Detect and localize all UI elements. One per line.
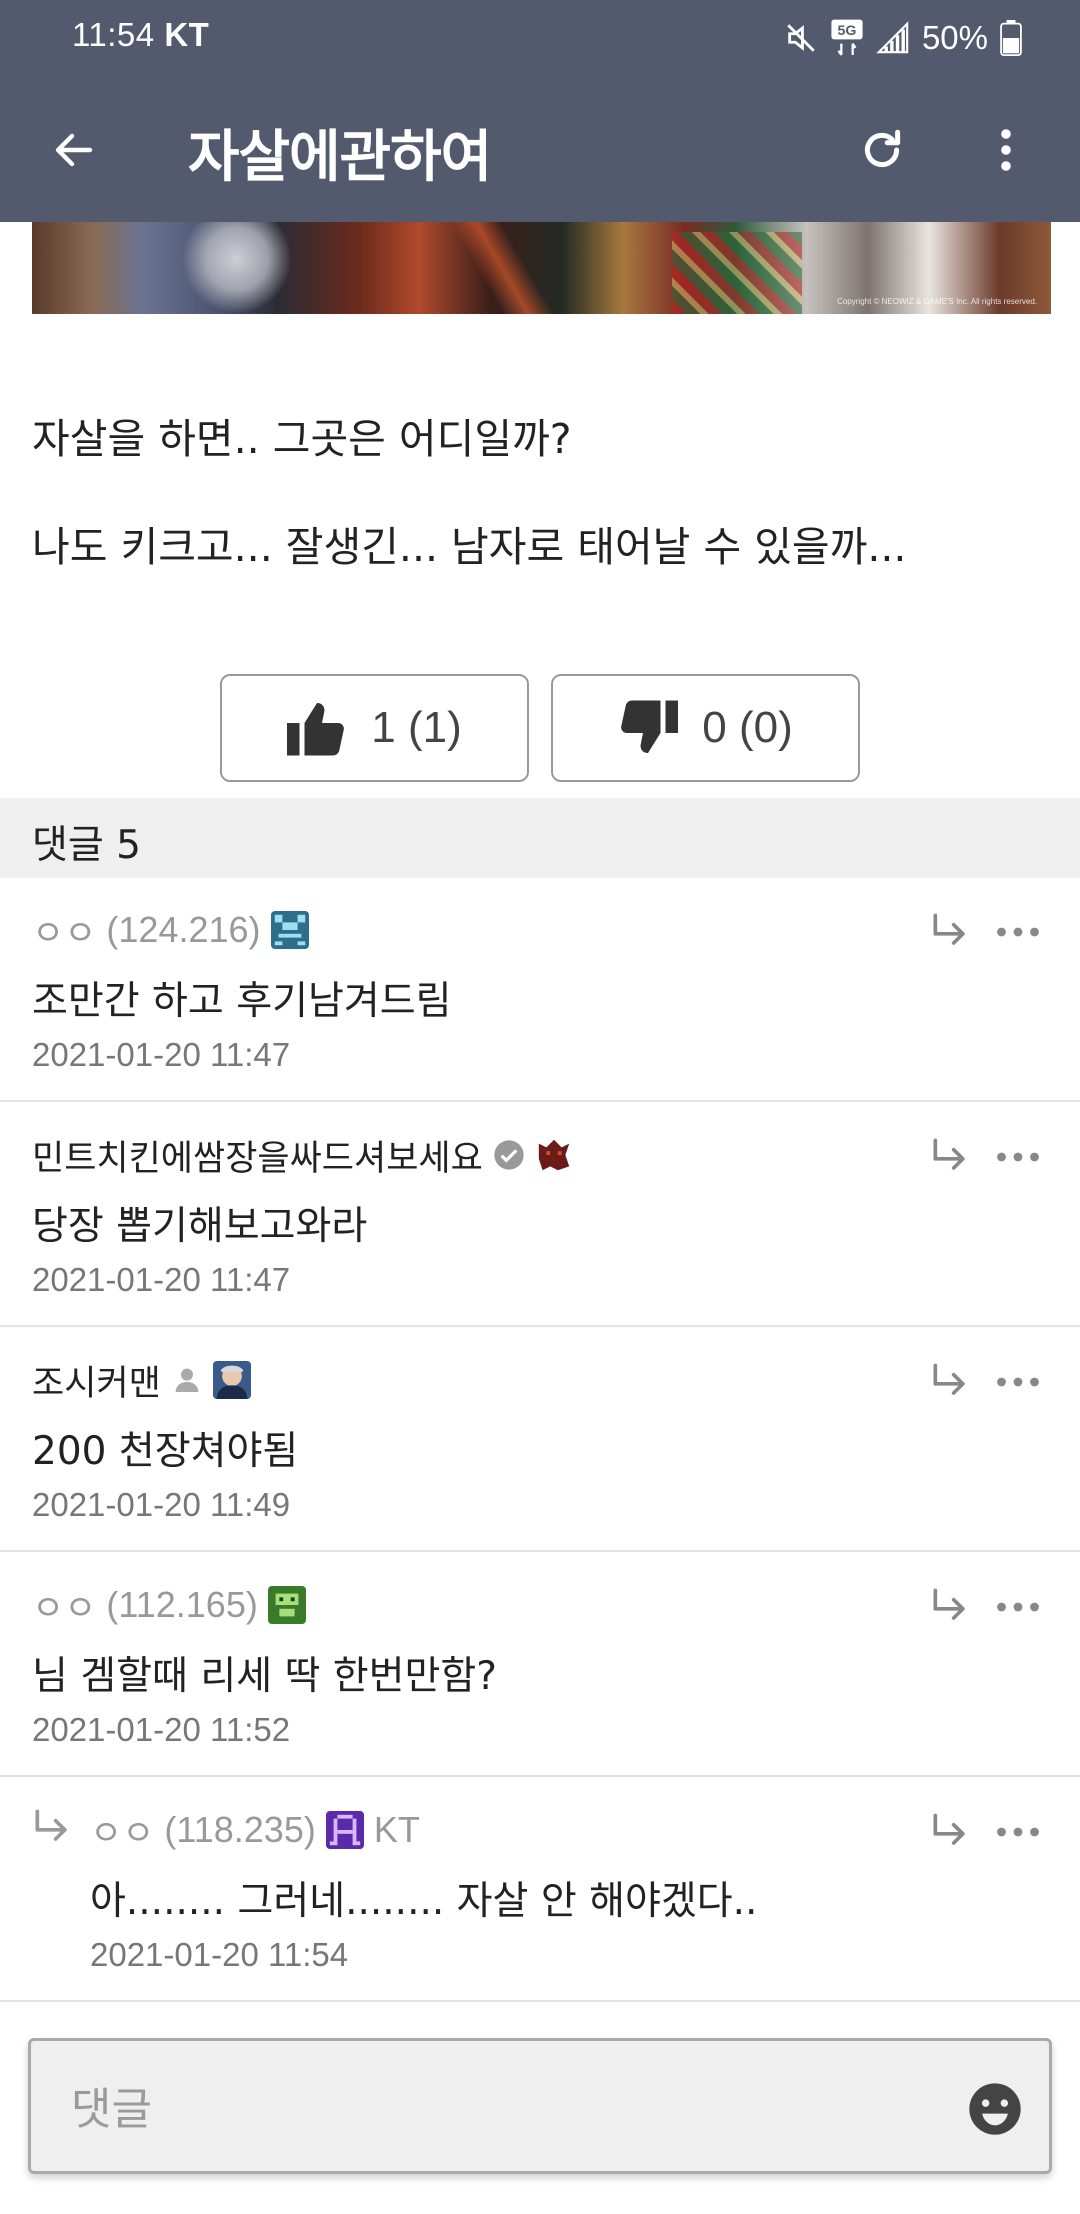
reply-button[interactable] bbox=[924, 1131, 976, 1183]
comment-date: 2021-01-20 11:52 bbox=[32, 1711, 291, 1748]
signal-icon bbox=[876, 21, 909, 54]
comment-meta: ㅇㅇ (124.216) bbox=[32, 908, 309, 954]
comment-date: 2021-01-20 11:54 bbox=[90, 1936, 349, 1973]
arrow-left-icon bbox=[55, 133, 93, 167]
reply-arrow-icon bbox=[933, 1813, 965, 1845]
comment-text: 조만간 하고 후기남겨드림 bbox=[32, 979, 452, 1024]
verified-check-icon bbox=[494, 1140, 524, 1170]
status-time-text: 11:54 bbox=[72, 16, 155, 53]
post-banner-image: Copyright © NEOWIZ & GAME'S Inc. All rig… bbox=[32, 222, 1051, 314]
comment-more-button[interactable] bbox=[990, 906, 1046, 958]
comment-meta: ㅇㅇ (112.165) bbox=[32, 1583, 306, 1629]
comment-item: ㅇㅇ (112.165) 님 겜할때 리세 딱 한번만함? 2021-01-20… bbox=[0, 1553, 1080, 1777]
upvote-count: 1 (1) bbox=[371, 703, 462, 752]
comments-count: 댓글 5 bbox=[32, 823, 141, 868]
comment-date: 2021-01-20 11:49 bbox=[32, 1486, 291, 1523]
comment-input-bar bbox=[0, 2002, 1080, 2214]
more-horizontal-icon bbox=[997, 1152, 1039, 1162]
post-line: 나도 키크고... 잘생긴... 남자로 태어날 수 있을까... bbox=[32, 523, 907, 571]
more-vertical-icon bbox=[1001, 129, 1011, 171]
comment-item: 조시커맨 200 천장쳐야됨 2021-01-20 11:49 bbox=[0, 1328, 1080, 1552]
comment-ip: (112.165) bbox=[106, 1584, 258, 1625]
thumbs-up-icon bbox=[287, 703, 345, 756]
battery-icon bbox=[1000, 20, 1022, 56]
gallery-icon bbox=[325, 1811, 364, 1849]
comment-author[interactable]: 조시커맨 bbox=[32, 1355, 161, 1406]
reply-arrow-icon bbox=[933, 1138, 965, 1170]
network-5g-icon: 5G bbox=[831, 19, 863, 56]
reply-arrow-icon bbox=[933, 1363, 965, 1395]
comment-more-button[interactable] bbox=[990, 1581, 1046, 1633]
comment-more-button[interactable] bbox=[990, 1356, 1046, 1408]
thumbs-down-icon bbox=[621, 700, 679, 753]
gallery-icon bbox=[534, 1136, 573, 1174]
status-carrier: KT bbox=[164, 16, 210, 53]
comment-meta: 민트치킨에쌈장을싸드셔보세요 bbox=[32, 1133, 573, 1179]
post-body: 자살을 하면.. 그곳은 어디일까? 나도 키크고... 잘생긴... 남자로 … bbox=[32, 412, 1032, 628]
more-horizontal-icon bbox=[997, 1602, 1039, 1612]
banner-gift-art bbox=[672, 232, 802, 314]
app-bar: 자살에관하여 bbox=[0, 76, 1080, 222]
reply-button[interactable] bbox=[924, 1356, 976, 1408]
comment-date: 2021-01-20 11:47 bbox=[32, 1036, 291, 1073]
comment-input-box bbox=[28, 2038, 1052, 2174]
comment-date: 2021-01-20 11:47 bbox=[32, 1261, 291, 1298]
comment-text: 님 겜할때 리세 딱 한번만함? bbox=[32, 1654, 497, 1699]
comment-author[interactable]: ㅇㅇ bbox=[32, 905, 96, 956]
reply-button[interactable] bbox=[924, 1581, 976, 1633]
post-line: 자살을 하면.. 그곳은 어디일까? bbox=[32, 415, 572, 463]
reply-arrow-icon bbox=[933, 1588, 965, 1620]
comment-input[interactable] bbox=[71, 2069, 931, 2149]
status-icons: 5G 50% bbox=[784, 14, 1022, 62]
downvote-button[interactable]: 0 (0) bbox=[551, 674, 860, 782]
more-horizontal-icon bbox=[997, 927, 1039, 937]
upvote-button[interactable]: 1 (1) bbox=[220, 674, 529, 782]
status-time: 11:54 KT bbox=[72, 16, 209, 54]
banner-ribbon-art bbox=[182, 222, 292, 314]
status-bar: 11:54 KT 5G 50% bbox=[0, 0, 1080, 76]
comment-meta: 조시커맨 bbox=[32, 1358, 251, 1404]
reply-comment-item: ㅇㅇ (118.235) KT 아........ 그러네........ 자살… bbox=[0, 1778, 1080, 2002]
comment-author[interactable]: 민트치킨에쌈장을싸드셔보세요 bbox=[32, 1130, 483, 1181]
comment-ip: (118.235) bbox=[164, 1809, 316, 1850]
comment-meta: ㅇㅇ (118.235) KT bbox=[90, 1808, 420, 1854]
banner-copyright: Copyright © NEOWIZ & GAME'S Inc. All rig… bbox=[837, 297, 1037, 306]
comment-ip: (124.216) bbox=[106, 909, 261, 950]
comment-author[interactable]: ㅇㅇ bbox=[32, 1580, 96, 1631]
comment-author[interactable]: ㅇㅇ bbox=[90, 1805, 154, 1856]
comment-item: ㅇㅇ (124.216) 조만간 하고 후기남겨드림 2021-01-20 11… bbox=[0, 878, 1080, 1102]
more-horizontal-icon bbox=[997, 1377, 1039, 1387]
comments-header: 댓글 5 bbox=[0, 798, 1080, 878]
mute-icon bbox=[787, 24, 815, 52]
refresh-icon bbox=[864, 129, 901, 168]
back-button[interactable] bbox=[38, 114, 110, 186]
comment-text: 200 천장쳐야됨 bbox=[32, 1429, 299, 1474]
comment-more-button[interactable] bbox=[990, 1131, 1046, 1183]
user-icon bbox=[175, 1368, 199, 1392]
comment-text: 아........ 그러네........ 자살 안 해야겠다.. bbox=[90, 1879, 758, 1924]
gallery-icon bbox=[270, 911, 309, 949]
comment-carrier: KT bbox=[373, 1809, 420, 1850]
reply-button[interactable] bbox=[924, 906, 976, 958]
more-options-button[interactable] bbox=[970, 114, 1042, 186]
reply-arrow-icon bbox=[933, 913, 965, 945]
comment-text: 당장 뽑기해보고와라 bbox=[32, 1204, 368, 1249]
svg-text:5G: 5G bbox=[837, 23, 856, 39]
gallery-icon bbox=[267, 1586, 306, 1624]
page-title: 자살에관하여 bbox=[188, 125, 492, 190]
vote-buttons: 1 (1) 0 (0) bbox=[220, 674, 860, 782]
gallery-icon bbox=[212, 1361, 251, 1399]
battery-percent: 50% bbox=[921, 19, 988, 56]
downvote-count: 0 (0) bbox=[702, 703, 793, 752]
refresh-button[interactable] bbox=[846, 114, 918, 186]
more-horizontal-icon bbox=[997, 1827, 1039, 1837]
comment-more-button[interactable] bbox=[990, 1806, 1046, 1858]
reply-button[interactable] bbox=[924, 1806, 976, 1858]
banner-figure-art bbox=[402, 222, 602, 314]
comment-item: 민트치킨에쌈장을싸드셔보세요 당장 뽑기해보고와라 2021-01-20 11:… bbox=[0, 1103, 1080, 1327]
emoji-icon[interactable] bbox=[967, 2081, 1023, 2137]
reply-indent-icon bbox=[35, 1809, 67, 1841]
